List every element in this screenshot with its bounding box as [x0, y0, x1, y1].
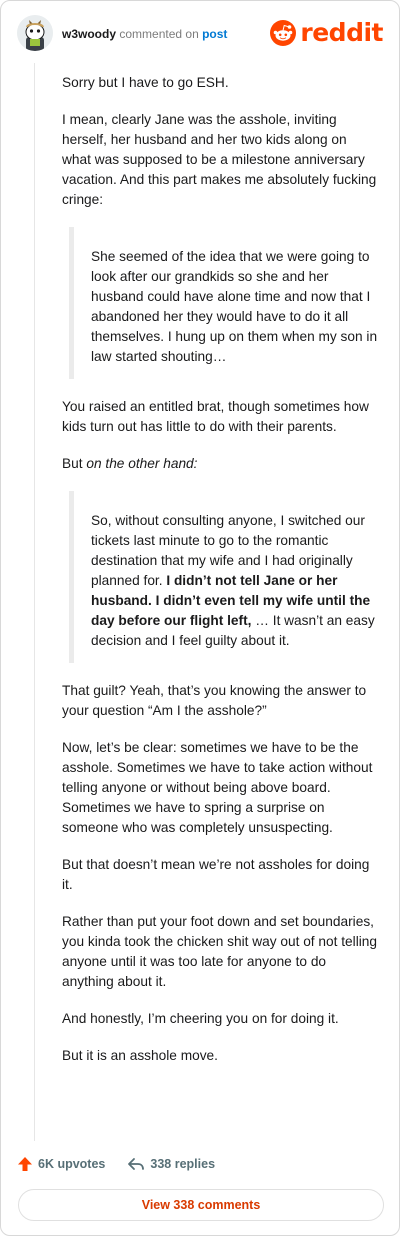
paragraph-8: Rather than put your foot down and set b… — [62, 914, 377, 989]
quote-1-text: She seemed of the idea that we were goin… — [91, 249, 378, 364]
paragraph-9: And honestly, I’m cheering you on for do… — [62, 1011, 339, 1026]
replies-count: 338 replies — [150, 1157, 216, 1171]
paragraph-5: That guilt? Yeah, that’s you knowing the… — [62, 683, 367, 718]
blockquote-1: She seemed of the idea that we were goin… — [69, 227, 378, 379]
comment-body: Sorry but I have to go ESH. I mean, clea… — [62, 73, 378, 1083]
reddit-snoo-icon — [270, 20, 297, 46]
reply-arrow-icon — [128, 1158, 145, 1170]
paragraph-4: But on the other hand: — [62, 454, 378, 474]
byline: w3woody commented on post — [62, 27, 227, 41]
post-link[interactable]: post — [202, 27, 227, 41]
upvote-arrow-icon — [18, 1157, 32, 1171]
upvote-count: 6K upvotes — [38, 1157, 106, 1171]
paragraph-2: I mean, clearly Jane was the asshole, in… — [62, 112, 377, 207]
username-link[interactable]: w3woody — [62, 27, 116, 41]
avatar-icon — [17, 15, 53, 51]
view-comments-button[interactable]: View 338 comments — [18, 1189, 384, 1221]
paragraph-3: You raised an entitled brat, though some… — [62, 399, 369, 434]
reddit-logo[interactable]: reddit — [270, 18, 383, 48]
comment-card: w3woody commented on post reddit Sorry b… — [0, 0, 400, 1236]
comment-footer: 6K upvotes 338 replies — [17, 1153, 237, 1175]
commented-on-text: commented on — [119, 27, 199, 41]
reddit-wordmark: reddit — [300, 18, 383, 47]
paragraph-7: But that doesn’t mean we’re not assholes… — [62, 857, 370, 892]
paragraph-10: But it is an asshole move. — [62, 1048, 218, 1063]
avatar[interactable] — [17, 15, 53, 51]
paragraph-4-italic: on the other hand: — [86, 456, 198, 471]
replies-button[interactable]: 338 replies — [127, 1156, 215, 1172]
blockquote-2: So, without consulting anyone, I switche… — [69, 491, 378, 663]
upvote-button[interactable]: 6K upvotes — [17, 1156, 105, 1172]
thread-line[interactable] — [34, 63, 35, 1141]
paragraph-6: Now, let’s be clear: sometimes we have t… — [62, 740, 373, 835]
paragraph-1: Sorry but I have to go ESH. — [62, 75, 229, 90]
quote-2-text: So, without consulting anyone, I switche… — [91, 491, 378, 663]
paragraph-4-prefix: But — [62, 456, 87, 471]
comment-header: w3woody commented on post reddit — [17, 15, 383, 55]
